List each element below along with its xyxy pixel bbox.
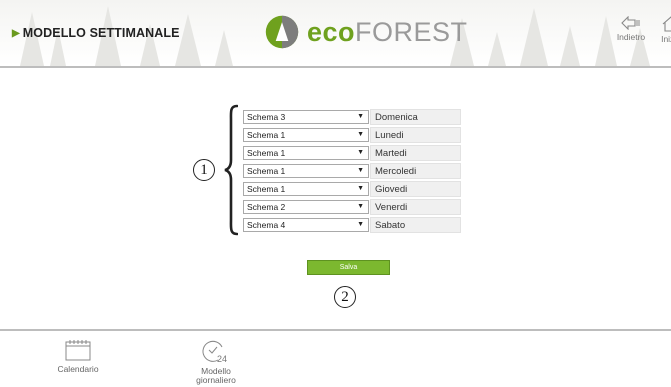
scheme-select-value: Schema 2 — [247, 202, 286, 212]
day-label: Martedi — [370, 145, 461, 161]
dropdown-arrow-icon: ▼ — [357, 131, 364, 138]
schedule-row: Schema 1 ▼ Mercoledi — [243, 162, 461, 180]
scheme-select[interactable]: Schema 1 ▼ — [243, 128, 369, 142]
daily-model-label: Modello giornaliero — [196, 366, 236, 385]
scheme-select-value: Schema 1 — [247, 184, 286, 194]
schedule-row: Schema 2 ▼ Venerdi — [243, 198, 461, 216]
calendar-button[interactable]: Calendario — [48, 339, 108, 374]
day-label: Domenica — [370, 109, 461, 125]
clock-24-icon: 24 — [202, 340, 227, 363]
back-arrow-icon — [621, 16, 640, 30]
calendar-icon — [65, 340, 91, 361]
home-icon — [662, 16, 671, 32]
scheme-select-value: Schema 1 — [247, 130, 286, 140]
calendar-label: Calendario — [57, 364, 99, 374]
scheme-select[interactable]: Schema 1 ▼ — [243, 182, 369, 196]
scheme-select-value: Schema 3 — [247, 112, 286, 122]
ecoforest-logo: ecoFOREST — [264, 14, 468, 50]
scheme-select-value: Schema 4 — [247, 220, 286, 230]
scheme-select[interactable]: Schema 1 ▼ — [243, 164, 369, 178]
scheme-select[interactable]: Schema 2 ▼ — [243, 200, 369, 214]
daily-model-button[interactable]: 24 Modello giornaliero — [186, 339, 246, 385]
page-title-text: MODELLO SETTIMANALE — [22, 26, 180, 40]
weekly-schedule: Schema 3 ▼ Domenica Schema 1 ▼ Lunedi Sc… — [243, 108, 461, 234]
logo-text-eco: eco — [307, 16, 356, 47]
curly-brace — [224, 104, 238, 236]
page-title: ▶ MODELLO SETTIMANALE — [12, 26, 180, 40]
callout-2: 2 — [334, 286, 356, 308]
schedule-row: Schema 1 ▼ Giovedi — [243, 180, 461, 198]
dropdown-arrow-icon: ▼ — [357, 113, 364, 120]
schedule-row: Schema 3 ▼ Domenica — [243, 108, 461, 126]
home-button-label: Inizio — [661, 34, 671, 44]
triangle-right-icon: ▶ — [12, 27, 20, 39]
dropdown-arrow-icon: ▼ — [357, 203, 364, 210]
dropdown-arrow-icon: ▼ — [357, 167, 364, 174]
callout-2-number: 2 — [341, 289, 349, 305]
dropdown-arrow-icon: ▼ — [357, 185, 364, 192]
logo-icon — [265, 15, 299, 49]
day-label: Giovedi — [370, 181, 461, 197]
dropdown-arrow-icon: ▼ — [357, 149, 364, 156]
scheme-select[interactable]: Schema 1 ▼ — [243, 146, 369, 160]
schedule-row: Schema 1 ▼ Martedi — [243, 144, 461, 162]
day-label: Venerdi — [370, 199, 461, 215]
header-divider — [0, 66, 671, 68]
day-label: Mercoledi — [370, 163, 461, 179]
day-label: Lunedi — [370, 127, 461, 143]
scheme-select[interactable]: Schema 3 ▼ — [243, 110, 369, 124]
schedule-row: Schema 4 ▼ Sabato — [243, 216, 461, 234]
scheme-select[interactable]: Schema 4 ▼ — [243, 218, 369, 232]
save-button[interactable]: Salva — [307, 260, 390, 275]
svg-text:24: 24 — [217, 354, 227, 363]
dropdown-arrow-icon: ▼ — [357, 221, 364, 228]
callout-1: 1 — [193, 159, 215, 181]
callout-1-number: 1 — [200, 162, 208, 178]
scheme-select-value: Schema 1 — [247, 148, 286, 158]
logo-text-forest: FOREST — [355, 16, 468, 47]
day-label: Sabato — [370, 217, 461, 233]
schedule-row: Schema 1 ▼ Lunedi — [243, 126, 461, 144]
back-button-label: Indietro — [616, 32, 646, 42]
home-button[interactable]: Inizio — [646, 16, 671, 44]
scheme-select-value: Schema 1 — [247, 166, 286, 176]
footer-divider — [0, 329, 671, 331]
logo-text: ecoFOREST — [307, 16, 468, 47]
header: ▶ MODELLO SETTIMANALE ecoFOREST Indietro… — [0, 0, 671, 66]
